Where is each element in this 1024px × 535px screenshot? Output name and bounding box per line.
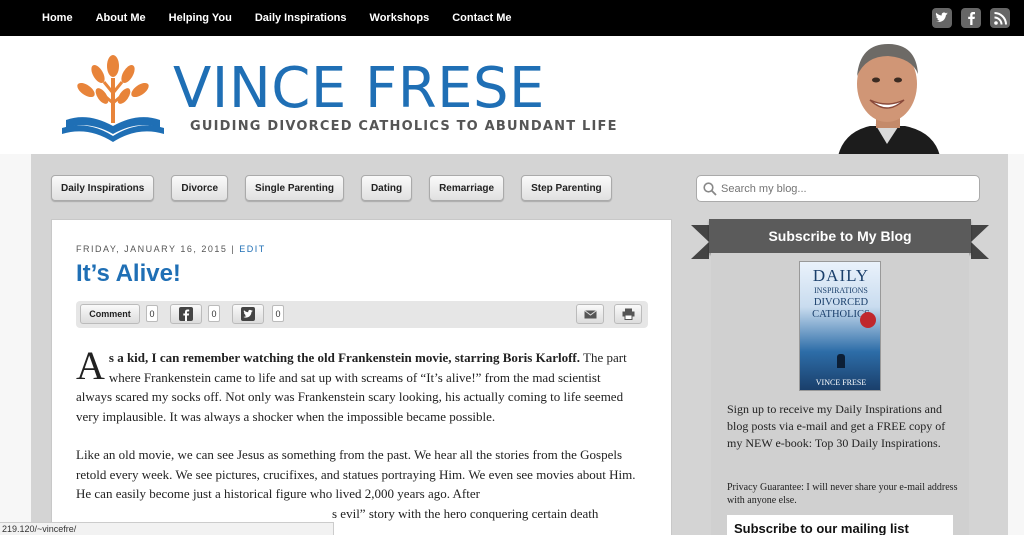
category-daily-inspirations[interactable]: Daily Inspirations: [51, 175, 155, 201]
nav-helping-you[interactable]: Helping You: [169, 12, 232, 24]
subscribe-ribbon: Subscribe to My Blog: [691, 219, 989, 259]
nav-workshops[interactable]: Workshops: [370, 12, 430, 24]
signup-text: Sign up to receive my Daily Inspirations…: [727, 402, 946, 450]
book-author: VINCE FRESE: [815, 378, 867, 387]
top-nav-bar: Home About Me Helping You Daily Inspirat…: [0, 0, 1024, 36]
category-step-parenting[interactable]: Step Parenting: [521, 175, 612, 201]
printer-icon: [622, 308, 634, 320]
main-content-area: Daily Inspirations Divorce Single Parent…: [31, 154, 1008, 535]
lead-sentence: s a kid, I can remember watching the old…: [108, 350, 580, 365]
subscribe-panel: DAILY INSPIRATIONS DIVORCED CATHOLICS VI…: [711, 253, 969, 535]
site-title[interactable]: VINCE FRESE: [173, 58, 545, 120]
book-title-line-1: DAILY: [812, 266, 870, 285]
browser-status-url: 219.120/~vincefre/: [0, 522, 334, 535]
drop-cap: A: [76, 343, 105, 388]
facebook-icon: [179, 307, 193, 321]
site-header: VINCE FRESE GUIDING DIVORCED CATHOLICS T…: [0, 36, 1024, 156]
facebook-share-button[interactable]: [170, 304, 202, 324]
mailing-list-heading: Subscribe to our mailing list: [727, 515, 953, 535]
search-input[interactable]: [721, 182, 961, 195]
post-date-line: FRIDAY, JANUARY 16, 2015 | EDIT: [76, 244, 266, 254]
blog-search-box: [696, 175, 980, 202]
search-icon: [703, 181, 717, 196]
post-title[interactable]: It’s Alive!: [76, 260, 181, 288]
twitter-icon[interactable]: [932, 8, 952, 28]
edit-link[interactable]: EDIT: [239, 244, 266, 254]
twitter-share-count: 0: [272, 305, 284, 322]
category-dating[interactable]: Dating: [360, 175, 413, 201]
subscribe-heading: Subscribe to My Blog: [709, 219, 971, 253]
open-book-tree-logo-icon[interactable]: [58, 48, 168, 158]
main-nav: Home About Me Helping You Daily Inspirat…: [42, 0, 535, 36]
ribbon-tail-right: [971, 225, 989, 259]
comment-button[interactable]: Comment: [80, 304, 140, 324]
category-single-parenting[interactable]: Single Parenting: [245, 175, 344, 201]
envelope-icon: [583, 309, 597, 318]
category-remarriage[interactable]: Remarriage: [429, 175, 505, 201]
category-divorce[interactable]: Divorce: [171, 175, 229, 201]
ribbon-tail-left: [691, 225, 709, 259]
print-button[interactable]: [614, 304, 642, 324]
comment-count: 0: [146, 305, 158, 322]
author-portrait-image: [830, 36, 945, 156]
nav-daily-inspirations[interactable]: Daily Inspirations: [255, 12, 347, 24]
ebook-cover-image[interactable]: DAILY INSPIRATIONS DIVORCED CATHOLICS VI…: [799, 261, 881, 391]
date-separator: |: [231, 244, 236, 254]
twitter-share-button[interactable]: [232, 304, 264, 324]
site-tagline: GUIDING DIVORCED CATHOLICS TO ABUNDANT L…: [190, 119, 618, 134]
share-bar: Comment 0 0 0: [76, 301, 648, 328]
post-paragraph-1: As a kid, I can remember watching the ol…: [76, 343, 636, 426]
rss-icon[interactable]: [990, 8, 1010, 28]
privacy-guarantee: Privacy Guarantee: I will never share yo…: [727, 482, 958, 506]
twitter-icon: [241, 307, 255, 321]
category-buttons: Daily Inspirations Divorce Single Parent…: [51, 175, 629, 201]
facebook-icon[interactable]: [961, 8, 981, 28]
nav-about-me[interactable]: About Me: [96, 12, 146, 24]
post-body: As a kid, I can remember watching the ol…: [76, 343, 636, 523]
post-paragraph-2: Like an old movie, we can see Jesus as s…: [76, 447, 636, 501]
book-figure: [837, 354, 845, 368]
nav-contact-me[interactable]: Contact Me: [452, 12, 511, 24]
social-links: [923, 8, 1010, 28]
post-paragraph-3-fragment: s evil” story with the hero conquering c…: [332, 505, 599, 521]
book-badge: [860, 312, 876, 328]
nav-home[interactable]: Home: [42, 12, 73, 24]
post-date: FRIDAY, JANUARY 16, 2015: [76, 244, 228, 254]
blog-post: FRIDAY, JANUARY 16, 2015 | EDIT It’s Ali…: [51, 219, 672, 535]
email-share-button[interactable]: [576, 304, 604, 324]
facebook-share-count: 0: [208, 305, 220, 322]
book-title-line-2: INSPIRATIONS: [814, 286, 868, 295]
book-title-line-3: DIVORCED: [813, 297, 869, 308]
